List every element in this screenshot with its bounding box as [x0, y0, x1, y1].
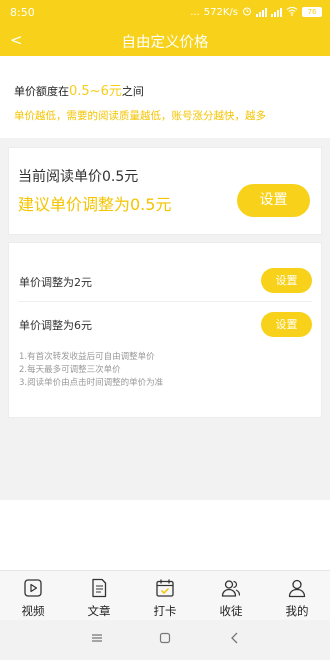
- price-range-suffix: 之间: [121, 85, 144, 98]
- profile-icon: [288, 579, 306, 598]
- tab-label: 文章: [87, 604, 111, 618]
- article-icon: [92, 578, 107, 598]
- set-price-6yuan-button[interactable]: 设置: [261, 312, 312, 337]
- status-bar: 8:50 ... 572K/s 76: [0, 0, 330, 24]
- system-nav-bar: [0, 620, 330, 660]
- page-title: 自由定义价格: [121, 35, 209, 51]
- tab-label: 打卡: [153, 604, 177, 618]
- price-options-card: 单价调整为2元 设置 单价调整为6元 设置 1.有首次转发收益后可自由调整单价 …: [8, 242, 322, 418]
- menu-icon[interactable]: [90, 630, 104, 649]
- note-item: 3.阅读单价由点击时间调整的单价为准: [19, 378, 164, 388]
- set-suggested-price-button[interactable]: 设置: [237, 184, 310, 217]
- home-icon[interactable]: [158, 630, 172, 649]
- price-range-prefix: 单价额度在: [14, 85, 69, 98]
- current-price-text: 当前阅读单价0.5元: [18, 169, 139, 185]
- status-icons: ... 572K/s 76: [190, 6, 322, 19]
- rules-notes: 1.有首次转发收益后可自由调整单价 2.每天最多可调整三次单价 3.阅读单价由点…: [19, 351, 163, 390]
- wifi-icon: [286, 6, 298, 19]
- video-icon: [24, 579, 42, 597]
- current-price-card: 当前阅读单价0.5元 建议单价调整为0.5元 设置: [8, 147, 322, 235]
- status-time: 8:50: [10, 5, 35, 19]
- signal-icon-2: [271, 7, 282, 17]
- tab-label: 视频: [21, 604, 45, 618]
- calendar-checkin-icon: [156, 579, 174, 597]
- option-label-6yuan: 单价调整为6元: [19, 319, 92, 332]
- signal-icon: [256, 7, 267, 17]
- battery-icon: 76: [302, 7, 322, 17]
- suggested-price-text: 建议单价调整为0.5元: [18, 195, 172, 214]
- tab-video[interactable]: 视频: [0, 571, 66, 620]
- back-nav-icon[interactable]: [228, 630, 242, 649]
- set-price-2yuan-button[interactable]: 设置: [261, 268, 312, 293]
- tab-profile[interactable]: 我的: [264, 571, 330, 620]
- note-item: 2.每天最多可调整三次单价: [19, 365, 121, 375]
- note-item: 1.有首次转发收益后可自由调整单价: [19, 352, 155, 362]
- title-bar: < 自由定义价格: [0, 24, 330, 56]
- alarm-icon: [242, 6, 252, 19]
- main-content: 单价额度在0.5~6元之间 单价越低，需要的阅读质量越低，账号涨分越快，越多 当…: [0, 56, 330, 570]
- tab-checkin[interactable]: 打卡: [132, 571, 198, 620]
- price-range-text: 单价额度在0.5~6元之间: [14, 80, 144, 99]
- bottom-tab-bar: 视频 文章 打卡 收徒 我的: [0, 570, 330, 620]
- tab-apprentice[interactable]: 收徒: [198, 571, 264, 620]
- tab-label: 收徒: [219, 604, 243, 618]
- tab-article[interactable]: 文章: [66, 571, 132, 620]
- status-dots: ...: [190, 6, 200, 18]
- price-range-value: 0.5~6元: [69, 84, 122, 99]
- price-tip: 单价越低，需要的阅读质量越低，账号涨分越快，越多: [14, 110, 266, 122]
- users-icon: [221, 580, 241, 597]
- tab-label: 我的: [285, 604, 309, 618]
- option-label-2yuan: 单价调整为2元: [19, 276, 92, 289]
- network-speed: 572K/s: [203, 6, 238, 18]
- divider: [18, 301, 312, 302]
